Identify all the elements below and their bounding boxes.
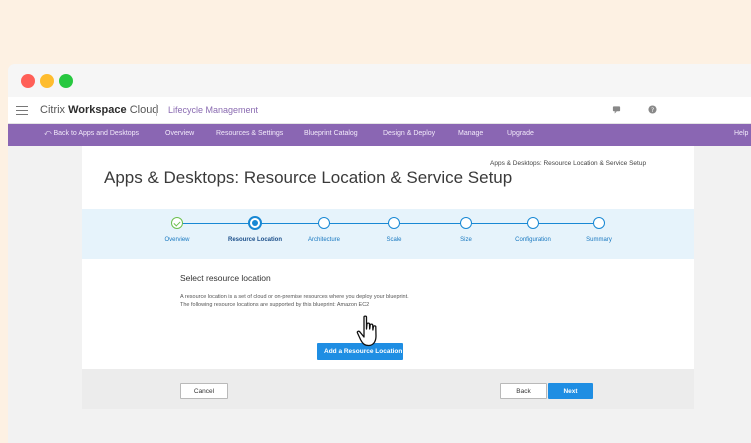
help-icon[interactable]: ? xyxy=(648,105,657,116)
step-scale-label[interactable]: Scale xyxy=(386,237,401,243)
section-title: Select resource location xyxy=(180,273,271,283)
nav-back-link[interactable]: ⤺ Back to Apps and Desktops xyxy=(44,130,139,138)
menu-icon[interactable] xyxy=(16,106,28,115)
section-description: A resource location is a set of cloud or… xyxy=(180,293,409,309)
step-configuration-icon[interactable] xyxy=(527,217,539,229)
page-title: Apps & Desktops: Resource Location & Ser… xyxy=(104,168,513,187)
step-overview-check-icon[interactable] xyxy=(171,217,183,229)
cancel-button[interactable]: Cancel xyxy=(180,383,228,399)
nav-back-label: Back to Apps and Desktops xyxy=(53,130,140,137)
wizard-stepper: Overview Resource Location Architecture … xyxy=(82,209,694,259)
nav-item-blueprint-catalog[interactable]: Blueprint Catalog xyxy=(304,130,358,137)
main-navigation: ⤺ Back to Apps and Desktops Overview Res… xyxy=(8,124,751,146)
maximize-window-button[interactable] xyxy=(59,74,73,88)
close-window-button[interactable] xyxy=(21,74,35,88)
page-subtitle: Apps & Desktops: Resource Location & Ser… xyxy=(490,160,647,167)
nav-item-upgrade[interactable]: Upgrade xyxy=(507,130,534,137)
wizard-footer: Cancel Back Next xyxy=(82,369,694,409)
step-configuration-label[interactable]: Configuration xyxy=(515,237,551,243)
step-scale-icon[interactable] xyxy=(388,217,400,229)
description-line-1: A resource location is a set of cloud or… xyxy=(180,294,409,300)
nav-item-resources[interactable]: Resources & Settings xyxy=(216,130,283,137)
brand-divider xyxy=(156,104,157,116)
wizard-body: Select resource location A resource loca… xyxy=(82,259,694,369)
nav-item-overview[interactable]: Overview xyxy=(165,130,194,137)
step-resource-location-icon[interactable] xyxy=(248,216,262,230)
window-titlebar xyxy=(8,64,751,97)
minimize-window-button[interactable] xyxy=(40,74,54,88)
brand-part-3: Cloud xyxy=(129,104,159,116)
brand-part-1: Citrix xyxy=(40,104,66,116)
step-summary-label[interactable]: Summary xyxy=(586,237,612,243)
nav-item-manage[interactable]: Manage xyxy=(458,130,483,137)
wizard-header: Apps & Desktops: Resource Location & Ser… xyxy=(82,146,694,209)
nav-help-link[interactable]: Help xyxy=(734,130,748,137)
back-arrow-icon: ⤺ xyxy=(44,130,52,137)
wizard-panel: Apps & Desktops: Resource Location & Ser… xyxy=(82,146,694,409)
product-name: Lifecycle Management xyxy=(168,105,259,115)
brand-logo: Citrix Workspace Cloud xyxy=(40,104,158,116)
description-line-2: The following resource locations are sup… xyxy=(180,302,370,308)
browser-window: Citrix Workspace Cloud Lifecycle Managem… xyxy=(8,64,751,443)
step-size-icon[interactable] xyxy=(460,217,472,229)
step-summary-icon[interactable] xyxy=(593,217,605,229)
app-header: Citrix Workspace Cloud Lifecycle Managem… xyxy=(8,97,751,124)
step-size-label[interactable]: Size xyxy=(460,237,472,243)
brand-part-2: Workspace xyxy=(68,104,127,116)
next-button[interactable]: Next xyxy=(548,383,593,399)
nav-item-design-deploy[interactable]: Design & Deploy xyxy=(383,130,435,137)
back-button[interactable]: Back xyxy=(500,383,547,399)
step-overview-label[interactable]: Overview xyxy=(164,237,189,243)
step-architecture-icon[interactable] xyxy=(318,217,330,229)
step-architecture-label[interactable]: Architecture xyxy=(308,237,340,243)
hand-pointer-cursor-icon xyxy=(355,315,383,347)
svg-text:?: ? xyxy=(651,107,654,114)
chat-icon[interactable] xyxy=(612,105,621,116)
step-resource-location-label[interactable]: Resource Location xyxy=(228,237,282,243)
